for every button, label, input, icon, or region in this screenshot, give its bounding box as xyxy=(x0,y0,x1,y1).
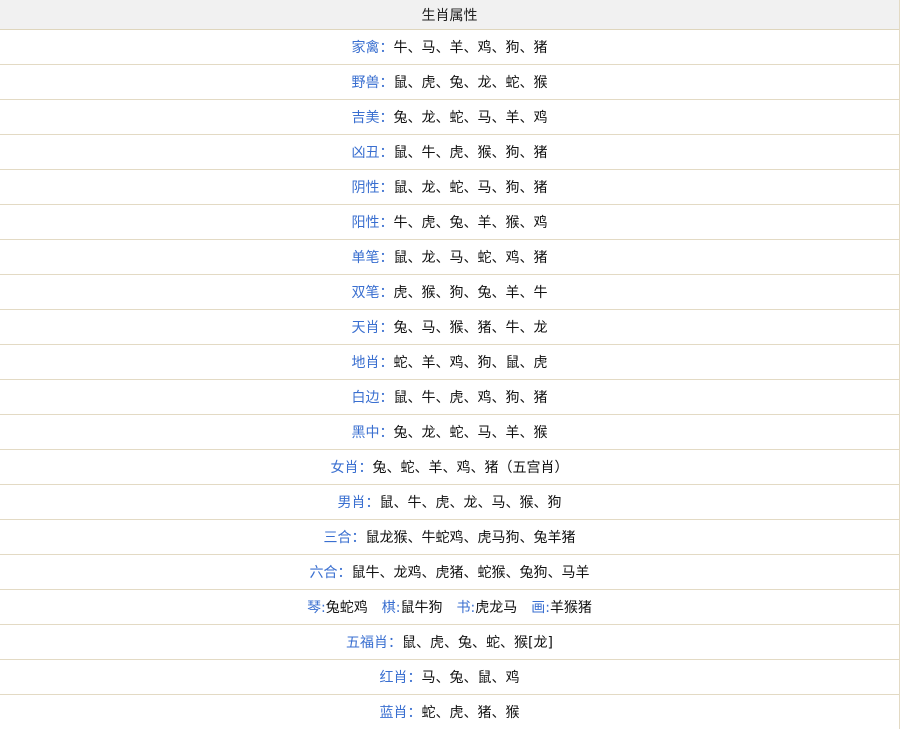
hua-value: 羊猴猪 xyxy=(549,600,592,616)
row-label: 地肖： xyxy=(351,355,394,371)
table-row: 三合： 鼠龙猴、牛蛇鸡、虎马狗、兔羊猪 xyxy=(0,520,899,555)
table-row: 双笔： 虎、猴、狗、兔、羊、牛 xyxy=(0,275,899,310)
row-value: 鼠、虎、兔、蛇、猴[龙] xyxy=(402,635,553,651)
row-value: 鼠、牛、虎、龙、马、猴、狗 xyxy=(379,495,562,511)
row-label: 单笔： xyxy=(351,250,394,266)
table-row: 阳性： 牛、虎、兔、羊、猴、鸡 xyxy=(0,205,899,240)
qin-label: 琴: xyxy=(307,600,326,616)
row-label: 三合： xyxy=(323,530,366,546)
row-label: 白边： xyxy=(351,390,394,406)
row-value: 鼠、虎、兔、龙、蛇、猴 xyxy=(393,75,548,91)
row-label: 阳性： xyxy=(351,215,394,231)
row-label: 黑中： xyxy=(351,425,394,441)
row-value: 蛇、虎、猪、猴 xyxy=(421,705,520,721)
table-row: 地肖： 蛇、羊、鸡、狗、鼠、虎 xyxy=(0,345,899,380)
qin-value: 兔蛇鸡 xyxy=(325,600,368,616)
row-label: 凶丑： xyxy=(351,145,394,161)
table-row: 天肖： 兔、马、猴、猪、牛、龙 xyxy=(0,310,899,345)
row-value: 牛、虎、兔、羊、猴、鸡 xyxy=(393,215,548,231)
row-label: 家禽： xyxy=(351,40,394,56)
table-row: 凶丑： 鼠、牛、虎、猴、狗、猪 xyxy=(0,135,899,170)
row-label: 红肖： xyxy=(379,670,422,686)
row-value: 虎、猴、狗、兔、羊、牛 xyxy=(393,285,548,301)
row-value: 鼠、龙、马、蛇、鸡、猪 xyxy=(393,250,548,266)
zodiac-attributes-table: 生肖属性 家禽： 牛、马、羊、鸡、狗、猪 野兽： 鼠、虎、兔、龙、蛇、猴 吉美： 兔、… xyxy=(0,0,900,729)
table-row: 单笔： 鼠、龙、马、蛇、鸡、猪 xyxy=(0,240,899,275)
table-row: 女肖： 兔、蛇、羊、鸡、猪（五宫肖） xyxy=(0,450,899,485)
row-label: 双笔： xyxy=(351,285,394,301)
table-row: 家禽： 牛、马、羊、鸡、狗、猪 xyxy=(0,30,899,65)
shu-label: 书: xyxy=(456,600,476,616)
row-value: 鼠牛、龙鸡、虎猪、蛇猴、兔狗、马羊 xyxy=(351,565,590,581)
row-label: 吉美： xyxy=(351,110,394,126)
row-label: 蓝肖： xyxy=(379,705,422,721)
table-header: 生肖属性 xyxy=(0,0,899,30)
row-value: 兔、龙、蛇、马、羊、猴 xyxy=(393,425,548,441)
table-row: 白边： 鼠、牛、虎、鸡、狗、猪 xyxy=(0,380,899,415)
table-row: 蓝肖： 蛇、虎、猪、猴 xyxy=(0,695,899,729)
row-value: 兔、龙、蛇、马、羊、鸡 xyxy=(393,110,548,126)
table-row: 红肖： 马、兔、鼠、鸡 xyxy=(0,660,899,695)
row-value: 鼠龙猴、牛蛇鸡、虎马狗、兔羊猪 xyxy=(365,530,576,546)
shu-value: 虎龙马 xyxy=(475,600,518,616)
row-label: 六合： xyxy=(309,565,352,581)
table-row: 五福肖： 鼠、虎、兔、蛇、猴[龙] xyxy=(0,625,899,660)
row-label: 天肖： xyxy=(351,320,394,336)
row-value: 鼠、牛、虎、猴、狗、猪 xyxy=(393,145,548,161)
row-value: 兔、蛇、羊、鸡、猪（五宫肖） xyxy=(372,460,569,476)
row-value: 兔、马、猴、猪、牛、龙 xyxy=(393,320,548,336)
row-label: 男肖： xyxy=(337,495,380,511)
hua-label: 画: xyxy=(531,600,550,616)
row-label: 五福肖： xyxy=(346,635,403,651)
row-value: 牛、马、羊、鸡、狗、猪 xyxy=(393,40,548,56)
table-row: 吉美： 兔、龙、蛇、马、羊、鸡 xyxy=(0,100,899,135)
row-label: 野兽： xyxy=(351,75,394,91)
qin-qi-shu-hua-row: 琴: 兔蛇鸡 棋: 鼠牛狗 书: 虎龙马 画: 羊猴猪 xyxy=(0,590,899,625)
row-value: 马、兔、鼠、鸡 xyxy=(421,670,520,686)
row-value: 蛇、羊、鸡、狗、鼠、虎 xyxy=(393,355,548,371)
qi-label: 棋: xyxy=(381,600,401,616)
table-row: 黑中： 兔、龙、蛇、马、羊、猴 xyxy=(0,415,899,450)
row-label: 阴性： xyxy=(351,180,394,196)
row-value: 鼠、龙、蛇、马、狗、猪 xyxy=(393,180,548,196)
table-row: 六合： 鼠牛、龙鸡、虎猪、蛇猴、兔狗、马羊 xyxy=(0,555,899,590)
row-value: 鼠、牛、虎、鸡、狗、猪 xyxy=(393,390,548,406)
table-row: 野兽： 鼠、虎、兔、龙、蛇、猴 xyxy=(0,65,899,100)
table-row: 男肖： 鼠、牛、虎、龙、马、猴、狗 xyxy=(0,485,899,520)
row-label: 女肖： xyxy=(330,460,373,476)
table-row: 阴性： 鼠、龙、蛇、马、狗、猪 xyxy=(0,170,899,205)
qi-value: 鼠牛狗 xyxy=(400,600,443,616)
